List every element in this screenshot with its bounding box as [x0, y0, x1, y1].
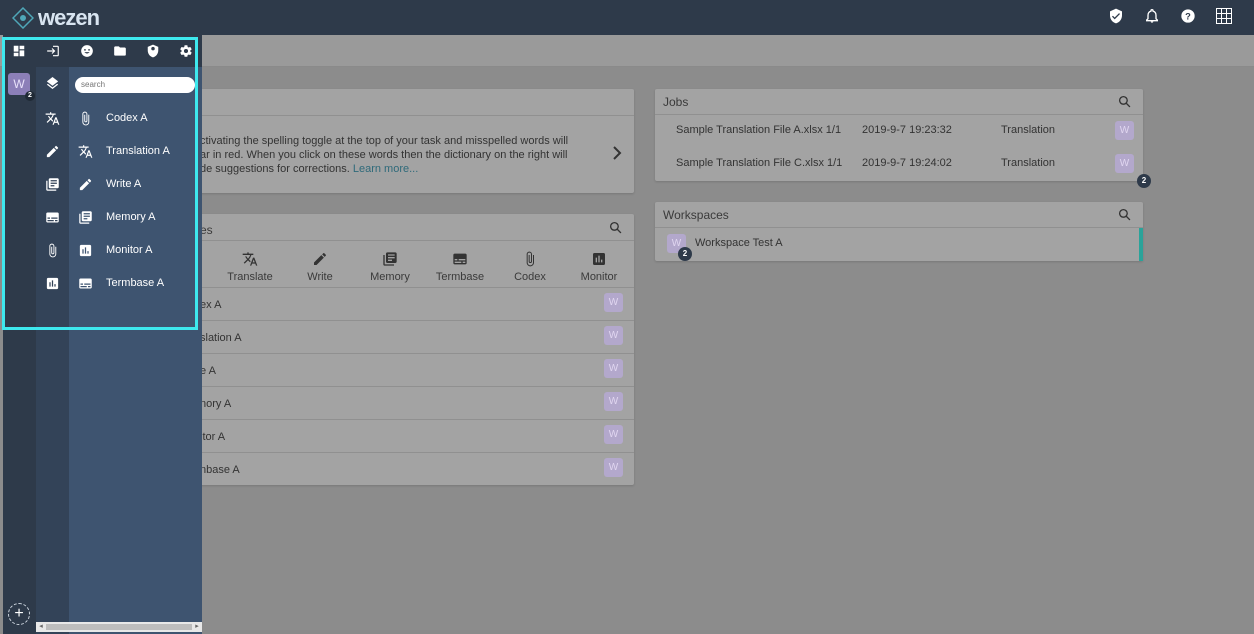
drawer-item-translation[interactable]: Translation A [78, 141, 170, 161]
paperclip-icon[interactable] [45, 243, 60, 258]
svg-text:?: ? [1185, 11, 1191, 21]
layers-icon[interactable] [45, 77, 60, 92]
jobs-title: Jobs [663, 95, 689, 109]
paperclip-icon [522, 251, 538, 267]
library-icon [78, 210, 93, 225]
jobs-card: Jobs Sample Translation File A.xlsx 1/1 … [655, 89, 1151, 188]
shield-check-icon[interactable] [1108, 8, 1126, 26]
drawer-item-memory[interactable]: Memory A [78, 207, 156, 227]
intro-card: ctivating the spelling toggle at the top… [186, 89, 634, 193]
bar-chart-icon [78, 243, 93, 258]
selected-indicator [1139, 228, 1143, 261]
subtitles-icon [452, 251, 468, 267]
list-item[interactable]: slation AW [186, 321, 634, 354]
table-row[interactable]: Sample Translation File A.xlsx 1/1 2019-… [655, 114, 1143, 147]
table-row[interactable]: Sample Translation File C.xlsx 1/1 2019-… [655, 147, 1143, 180]
workspace-badge: W [604, 293, 623, 312]
subtitles-icon [78, 276, 93, 291]
count-badge: 2 [1137, 174, 1151, 188]
tab-memory[interactable]: Memory [355, 249, 425, 283]
shield-icon[interactable] [146, 44, 160, 58]
logo[interactable]: wezen [12, 5, 100, 31]
workspace-badge: W [604, 392, 623, 411]
search-icon[interactable] [609, 221, 622, 234]
library-icon[interactable] [45, 177, 60, 192]
count-badge: 2 [678, 247, 692, 261]
tab-monitor[interactable]: Monitor [564, 249, 634, 283]
drawer-item-codex[interactable]: Codex A [78, 108, 148, 128]
workspace-row[interactable]: W Workspace Test A 2 [655, 227, 1143, 261]
translate-icon [78, 144, 93, 159]
translate-icon[interactable] [45, 111, 60, 126]
bell-icon[interactable] [1144, 8, 1162, 26]
services-card: es Translate Write Memory Termbase Codex… [186, 214, 634, 485]
list-item[interactable]: e AW [186, 354, 634, 387]
workspaces-title: Workspaces [663, 208, 729, 222]
apps-grid-icon[interactable] [1216, 8, 1234, 26]
scroll-left-arrow[interactable]: ◂ [36, 622, 46, 632]
tab-codex[interactable]: Codex [495, 249, 565, 283]
paperclip-icon [78, 111, 93, 126]
bar-chart-icon [591, 251, 607, 267]
pencil-icon[interactable] [45, 144, 60, 159]
workspace-count-badge: 2 [25, 91, 35, 101]
learn-more-link[interactable]: Learn more... [353, 163, 418, 175]
list-item[interactable]: nory AW [186, 387, 634, 420]
dashboard-icon[interactable] [12, 44, 26, 58]
login-icon[interactable] [46, 44, 60, 58]
scroll-right-arrow[interactable]: ▸ [192, 622, 202, 632]
list-item[interactable]: ex AW [186, 288, 634, 321]
workspace-badge: W [604, 359, 623, 378]
subtitles-icon[interactable] [45, 210, 60, 225]
tab-write[interactable]: Write [285, 249, 355, 283]
workspaces-card: Workspaces W Workspace Test A 2 [655, 202, 1143, 261]
translate-icon [242, 251, 258, 267]
horizontal-scrollbar[interactable]: ◂ ▸ [36, 622, 202, 632]
bar-chart-icon[interactable] [45, 276, 60, 291]
logo-mark-icon [12, 7, 34, 29]
gear-icon[interactable] [179, 44, 193, 58]
list-item[interactable]: nbase AW [186, 453, 634, 486]
drawer-item-termbase[interactable]: Termbase A [78, 273, 164, 293]
app-header: wezen ? [0, 0, 1254, 35]
search-input[interactable] [75, 77, 195, 93]
scrollbar-thumb[interactable] [46, 624, 192, 630]
pencil-icon [312, 251, 328, 267]
logo-text: wezen [38, 5, 100, 30]
workspace-badge: W [604, 458, 623, 477]
drawer-toolbar [3, 35, 202, 67]
search-icon[interactable] [1118, 208, 1131, 221]
library-icon [382, 251, 398, 267]
pencil-icon [78, 177, 93, 192]
help-icon[interactable]: ? [1180, 8, 1198, 26]
chevron-right-icon[interactable] [610, 145, 624, 161]
drawer-item-monitor[interactable]: Monitor A [78, 240, 152, 260]
workspace-badge: W [1115, 154, 1134, 173]
list-item[interactable]: itor AW [186, 420, 634, 453]
workspace-rail [3, 35, 36, 634]
workspace-badge: W [604, 425, 623, 444]
workspace-badge: W [604, 326, 623, 345]
workspace-badge: W [1115, 121, 1134, 140]
tab-translate[interactable]: Translate [215, 249, 285, 283]
emoji-icon[interactable] [80, 44, 94, 58]
tab-termbase[interactable]: Termbase [425, 249, 495, 283]
search-icon[interactable] [1118, 95, 1131, 108]
drawer-item-write[interactable]: Write A [78, 174, 141, 194]
add-workspace-button[interactable]: + [8, 603, 30, 625]
intro-text: ctivating the spelling toggle at the top… [200, 135, 569, 175]
folder-icon[interactable] [113, 44, 127, 58]
